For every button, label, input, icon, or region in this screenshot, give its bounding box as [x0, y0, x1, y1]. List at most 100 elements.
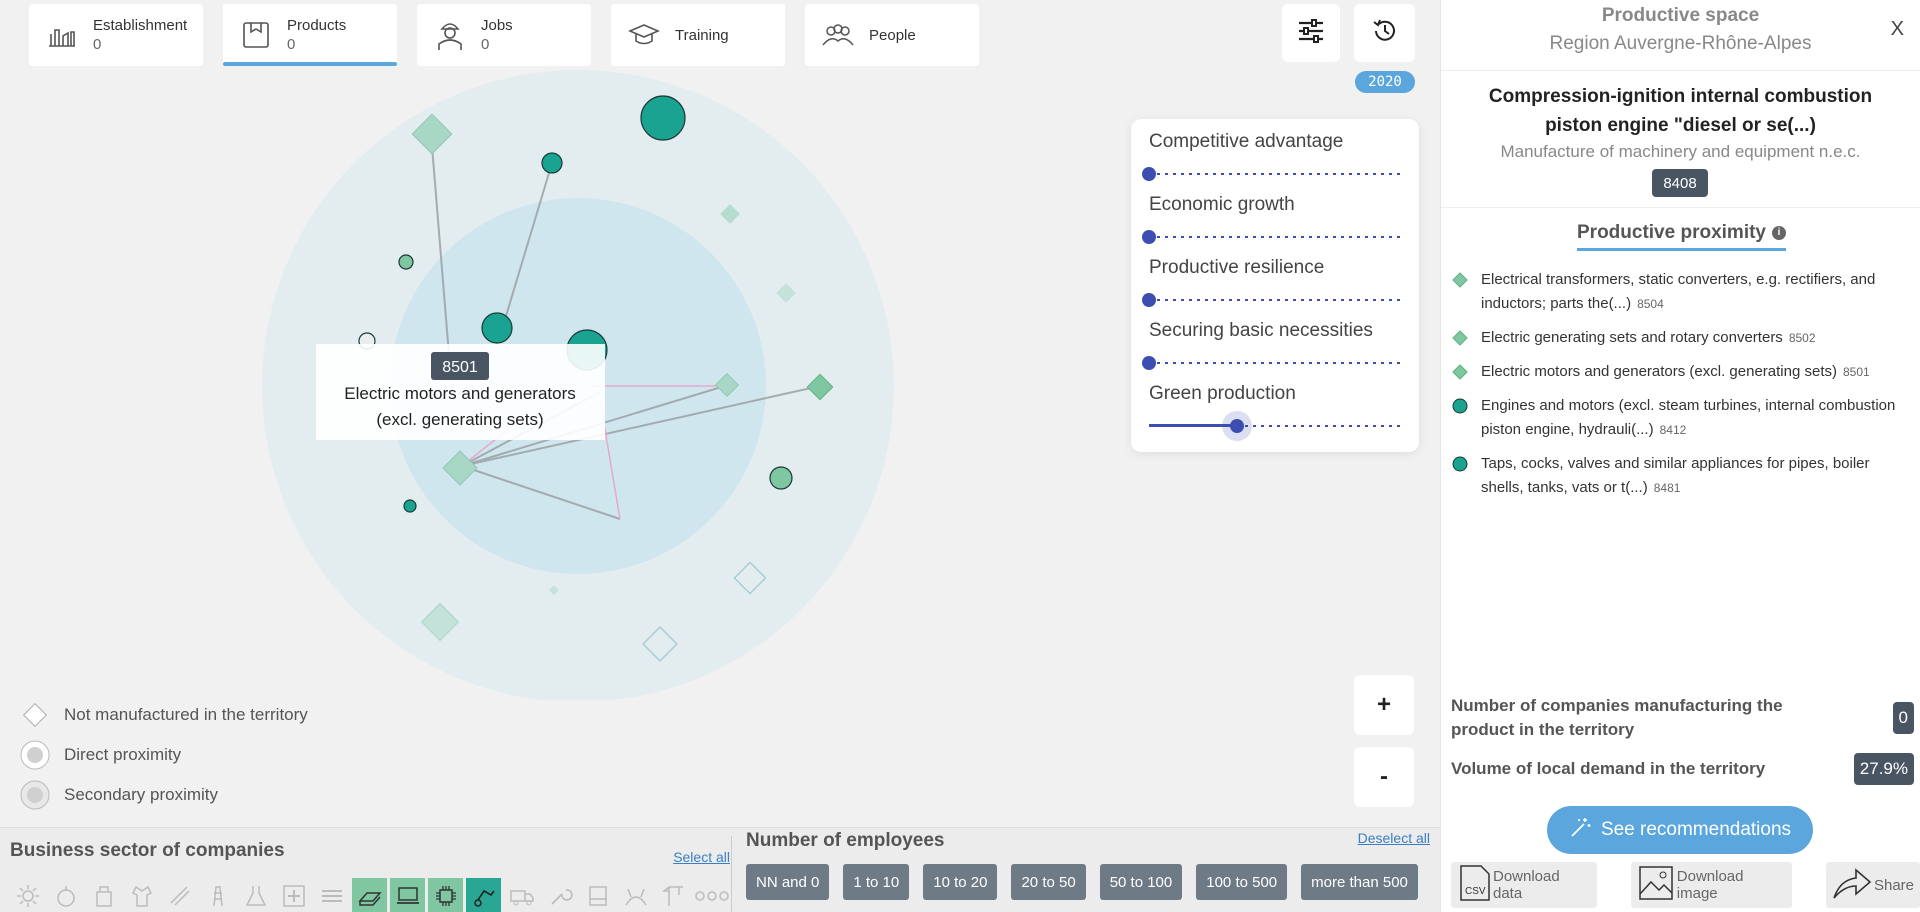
proximity-item[interactable]: Electrical transformers, static converte… — [1451, 268, 1910, 316]
filter-label: Economic growth — [1149, 194, 1295, 215]
employee-range-chip[interactable]: 50 to 100 — [1099, 864, 1183, 900]
tab-training[interactable]: Training — [611, 4, 785, 66]
slider-knob[interactable] — [1142, 230, 1156, 244]
electronics-icon[interactable] — [428, 878, 463, 912]
info-icon[interactable]: i — [1772, 225, 1786, 240]
year-badge[interactable]: 2020 — [1355, 71, 1415, 93]
wrench-icon[interactable] — [542, 878, 577, 912]
download-image-button[interactable]: Download image — [1630, 862, 1792, 908]
employee-range-chip[interactable]: more than 500 — [1301, 864, 1418, 900]
sun-icon[interactable] — [10, 878, 45, 912]
diamond-marker-icon — [1451, 326, 1469, 350]
select-all-link[interactable]: Select all — [673, 849, 730, 865]
truck-icon[interactable] — [504, 878, 539, 912]
factory-icon — [45, 18, 79, 52]
product-code-badge: 8408 — [1652, 169, 1708, 197]
productive-proximity-tab[interactable]: Productive proximity i — [1577, 222, 1786, 251]
slider-knob[interactable] — [1230, 419, 1245, 433]
proximity-item[interactable]: Electric motors and generators (excl. ge… — [1451, 360, 1910, 384]
stat-demand-value: 27.9% — [1853, 753, 1914, 785]
node-circle — [769, 466, 793, 490]
productive-space-graph[interactable]: 8501 Electric motors and generators (exc… — [0, 60, 1000, 700]
employee-range-chip[interactable]: 20 to 50 — [1011, 864, 1086, 900]
deselect-all-link[interactable]: Deselect all — [1358, 830, 1430, 846]
see-recommendations-label: See recommendations — [1600, 819, 1792, 840]
stat-companies: Number of companies manufacturing the pr… — [1451, 694, 1914, 742]
node-tooltip-line1: Electric motors and generators — [344, 384, 576, 403]
close-panel-button[interactable]: X — [1891, 18, 1904, 41]
employee-range-chip[interactable]: NN and 0 — [746, 864, 830, 900]
zoom-out-button[interactable]: - — [1354, 747, 1414, 807]
employee-range-chip[interactable]: 10 to 20 — [923, 864, 998, 900]
tab-products-count: 0 — [287, 36, 296, 53]
tab-people[interactable]: People — [805, 4, 979, 66]
construction-crane-icon[interactable] — [656, 878, 691, 912]
bottom-filter-bar: Business sector of companies Select all — [0, 827, 1440, 912]
legend-item: Secondary proximity — [20, 775, 308, 815]
computer-icon[interactable] — [390, 878, 425, 912]
employee-range-chip[interactable]: 1 to 10 — [843, 864, 910, 900]
slider-knob[interactable] — [1142, 167, 1156, 181]
legend-label: Not manufactured in the territory — [64, 705, 308, 724]
share-label: Share — [1873, 876, 1914, 894]
metal-icon[interactable] — [352, 878, 387, 912]
tower-icon[interactable] — [200, 878, 235, 912]
tab-establishment-label: Establishment — [93, 17, 188, 34]
energy-icon[interactable] — [618, 878, 653, 912]
tab-jobs[interactable]: Jobs 0 — [417, 4, 591, 66]
more-icon[interactable] — [694, 878, 729, 912]
proximity-list: Electrical transformers, static converte… — [1451, 268, 1910, 510]
filter-label: Competitive advantage — [1149, 131, 1344, 152]
product-sector: Manufacture of machinery and equipment n… — [1500, 142, 1861, 161]
proximity-item-code: 8504 — [1637, 297, 1664, 311]
share-arrow-icon — [1832, 864, 1872, 906]
textile-icon[interactable] — [124, 878, 159, 912]
machinery-icon[interactable] — [466, 878, 501, 912]
filter-label: Green production — [1149, 383, 1296, 404]
slider-track[interactable] — [1149, 299, 1401, 301]
stat-companies-label: Number of companies manufacturing the pr… — [1451, 696, 1783, 739]
furniture-icon[interactable] — [580, 878, 615, 912]
panel-divider — [1441, 207, 1920, 208]
tab-jobs-label: Jobs — [481, 17, 513, 34]
proximity-item[interactable]: Engines and motors (excl. steam turbines… — [1451, 394, 1910, 442]
slider-knob[interactable] — [1142, 293, 1156, 307]
product-box-icon — [239, 18, 273, 52]
proximity-item[interactable]: Electric generating sets and rotary conv… — [1451, 326, 1910, 350]
slider-track[interactable] — [1149, 236, 1401, 238]
download-image-label: Download image — [1676, 868, 1744, 902]
filter-securing-basic-necessities: Securing basic necessities — [1142, 318, 1401, 381]
rubber-icon[interactable] — [314, 878, 349, 912]
stat-demand-label: Volume of local demand in the territory — [1451, 759, 1766, 778]
download-data-button[interactable]: CSV Download data — [1451, 862, 1597, 908]
direct-proximity-icon — [20, 740, 50, 770]
beverage-icon[interactable] — [86, 878, 121, 912]
slider-track[interactable] — [1149, 173, 1401, 175]
diamond-outline-icon — [20, 700, 50, 730]
slider-knob[interactable] — [1142, 356, 1156, 370]
node-circle — [481, 312, 513, 344]
bottom-divider — [731, 836, 732, 912]
history-button[interactable] — [1354, 4, 1415, 62]
business-sector-title: Business sector of companies — [10, 840, 285, 861]
tab-products[interactable]: Products 0 — [223, 4, 397, 66]
see-recommendations-button[interactable]: See recommendations — [1547, 806, 1813, 854]
filters-settings-button[interactable] — [1282, 4, 1340, 62]
food-icon[interactable] — [48, 878, 83, 912]
legend-label: Secondary proximity — [64, 785, 219, 804]
tab-establishment[interactable]: Establishment 0 — [29, 4, 203, 66]
main-tabs: Establishment 0 Products 0 Jobs 0 Training … — [29, 4, 979, 66]
proximity-item[interactable]: Taps, cocks, valves and similar applianc… — [1451, 452, 1910, 500]
share-button[interactable]: Share — [1825, 862, 1920, 908]
graduation-cap-icon — [627, 18, 661, 52]
zoom-in-button[interactable]: + — [1354, 675, 1414, 735]
tab-products-label: Products — [287, 17, 347, 34]
pharma-icon[interactable] — [276, 878, 311, 912]
employee-range-chip[interactable]: 100 to 500 — [1196, 864, 1288, 900]
download-data-label: Download data — [1493, 868, 1560, 902]
proximity-item-code: 8502 — [1788, 331, 1816, 345]
proximity-item-text: Electric generating sets and rotary conv… — [1481, 329, 1783, 346]
wood-icon[interactable] — [162, 878, 197, 912]
slider-track[interactable] — [1149, 362, 1401, 364]
chemistry-icon[interactable] — [238, 878, 273, 912]
